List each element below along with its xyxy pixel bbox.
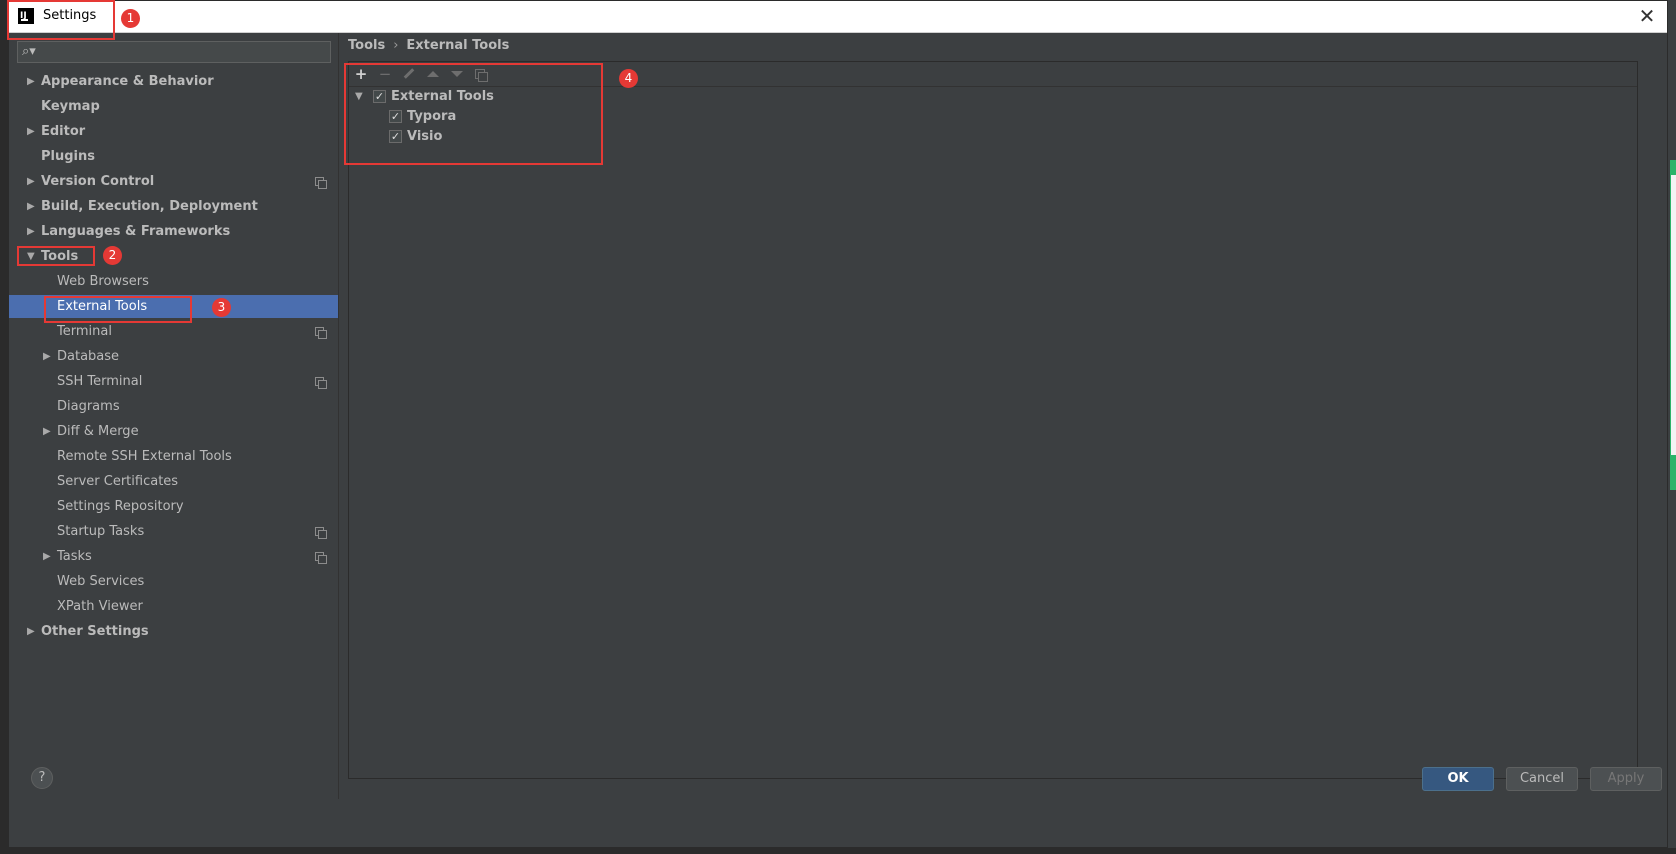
search-icon: ⌕▾ [22, 44, 36, 59]
sidebar-item-label: SSH Terminal [57, 374, 143, 389]
sidebar-item-label: Keymap [41, 99, 100, 114]
sidebar-item-label: Server Certificates [57, 474, 179, 489]
annotation-box-1 [7, 0, 115, 40]
sidebar-item-remote-ssh-external-tools[interactable]: Remote SSH External Tools [9, 445, 338, 468]
sidebar-item-label: Startup Tasks [57, 524, 145, 539]
project-level-icon [315, 177, 327, 189]
close-button[interactable]: ✕ [1635, 4, 1659, 28]
breadcrumb-current: External Tools [406, 38, 510, 53]
sidebar-item-label: Languages & Frameworks [41, 224, 231, 239]
apply-button[interactable]: Apply [1590, 767, 1662, 791]
background-ide-left [0, 0, 8, 854]
collapsed-arrow-icon[interactable]: ▶ [43, 545, 51, 568]
search-input[interactable] [42, 43, 328, 61]
sidebar-item-ssh-terminal[interactable]: SSH Terminal [9, 370, 338, 393]
sidebar-item-label: Diff & Merge [57, 424, 139, 439]
sidebar-item-label: Remote SSH External Tools [57, 449, 232, 464]
project-level-icon [315, 377, 327, 389]
search-box[interactable]: ⌕▾ [17, 41, 331, 63]
sidebar-item-other-settings[interactable]: ▶ Other Settings [9, 620, 338, 643]
sidebar-item-settings-repository[interactable]: Settings Repository [9, 495, 338, 518]
sidebar-item-label: Version Control [41, 174, 155, 189]
sidebar-item-version-control[interactable]: ▶ Version Control [9, 170, 338, 193]
collapsed-arrow-icon[interactable]: ▶ [43, 420, 51, 443]
breadcrumb: Tools › External Tools [348, 38, 509, 53]
title-bar: IJ Settings ✕ [9, 1, 1667, 33]
sidebar-item-build-execution-deployment[interactable]: ▶ Build, Execution, Deployment [9, 195, 338, 218]
breadcrumb-separator: › [393, 38, 399, 53]
collapsed-arrow-icon[interactable]: ▶ [27, 195, 35, 218]
sidebar-item-keymap[interactable]: Keymap [9, 95, 338, 118]
sidebar-item-label: XPath Viewer [57, 599, 143, 614]
project-level-icon [315, 552, 327, 564]
sidebar-item-label: Tasks [57, 549, 92, 564]
project-level-icon [315, 327, 327, 339]
sidebar-item-xpath-viewer[interactable]: XPath Viewer [9, 595, 338, 618]
settings-sidebar: ⌕▾ ▶ Appearance & Behavior Keymap ▶ Editor Pl… [9, 33, 339, 799]
background-ide-right [1668, 0, 1676, 854]
sidebar-item-appearance-behavior[interactable]: ▶ Appearance & Behavior [9, 70, 338, 93]
collapsed-arrow-icon[interactable]: ▶ [27, 70, 35, 93]
sidebar-item-label: Database [57, 349, 120, 364]
sidebar-item-plugins[interactable]: Plugins [9, 145, 338, 168]
sidebar-item-label: Plugins [41, 149, 95, 164]
sidebar-item-label: Other Settings [41, 624, 149, 639]
background-white-bar [1671, 175, 1676, 455]
annotation-box-4 [344, 63, 603, 165]
sidebar-item-diagrams[interactable]: Diagrams [9, 395, 338, 418]
sidebar-item-label: Appearance & Behavior [41, 74, 214, 89]
sidebar-item-web-services[interactable]: Web Services [9, 570, 338, 593]
settings-dialog: IJ Settings ✕ ⌕▾ ▶ Appearance & Behavior K… [8, 0, 1668, 848]
collapsed-arrow-icon[interactable]: ▶ [43, 345, 51, 368]
sidebar-item-startup-tasks[interactable]: Startup Tasks [9, 520, 338, 543]
annotation-box-2 [17, 246, 95, 266]
external-tools-panel: + − ▼ ✓ External Tools ✓ Typora ✓ Visio [348, 61, 1638, 779]
sidebar-item-label: Settings Repository [57, 499, 184, 514]
sidebar-item-label: Web Services [57, 574, 145, 589]
breadcrumb-parent[interactable]: Tools [348, 38, 385, 53]
sidebar-item-database[interactable]: ▶ Database [9, 345, 338, 368]
collapsed-arrow-icon[interactable]: ▶ [27, 220, 35, 243]
sidebar-item-label: Diagrams [57, 399, 120, 414]
annotation-badge-1: 1 [121, 9, 140, 28]
sidebar-item-editor[interactable]: ▶ Editor [9, 120, 338, 143]
annotation-badge-2: 2 [103, 246, 122, 265]
cancel-button[interactable]: Cancel [1506, 767, 1578, 791]
annotation-box-3 [44, 296, 192, 323]
help-button[interactable]: ? [31, 767, 53, 789]
project-level-icon [315, 527, 327, 539]
annotation-badge-4: 4 [619, 69, 638, 88]
sidebar-item-tasks[interactable]: ▶ Tasks [9, 545, 338, 568]
background-bottom-strip [0, 848, 1676, 854]
sidebar-item-server-certificates[interactable]: Server Certificates [9, 470, 338, 493]
collapsed-arrow-icon[interactable]: ▶ [27, 120, 35, 143]
sidebar-item-web-browsers[interactable]: Web Browsers [9, 270, 338, 293]
sidebar-item-label: Web Browsers [57, 274, 149, 289]
sidebar-item-label: Terminal [57, 324, 112, 339]
sidebar-item-label: Build, Execution, Deployment [41, 199, 258, 214]
annotation-badge-3: 3 [212, 298, 231, 317]
sidebar-item-label: Editor [41, 124, 86, 139]
collapsed-arrow-icon[interactable]: ▶ [27, 170, 35, 193]
sidebar-item-diff-merge[interactable]: ▶ Diff & Merge [9, 420, 338, 443]
sidebar-item-terminal[interactable]: Terminal [9, 320, 338, 343]
ok-button[interactable]: OK [1422, 767, 1494, 791]
sidebar-item-languages-frameworks[interactable]: ▶ Languages & Frameworks [9, 220, 338, 243]
collapsed-arrow-icon[interactable]: ▶ [27, 620, 35, 643]
